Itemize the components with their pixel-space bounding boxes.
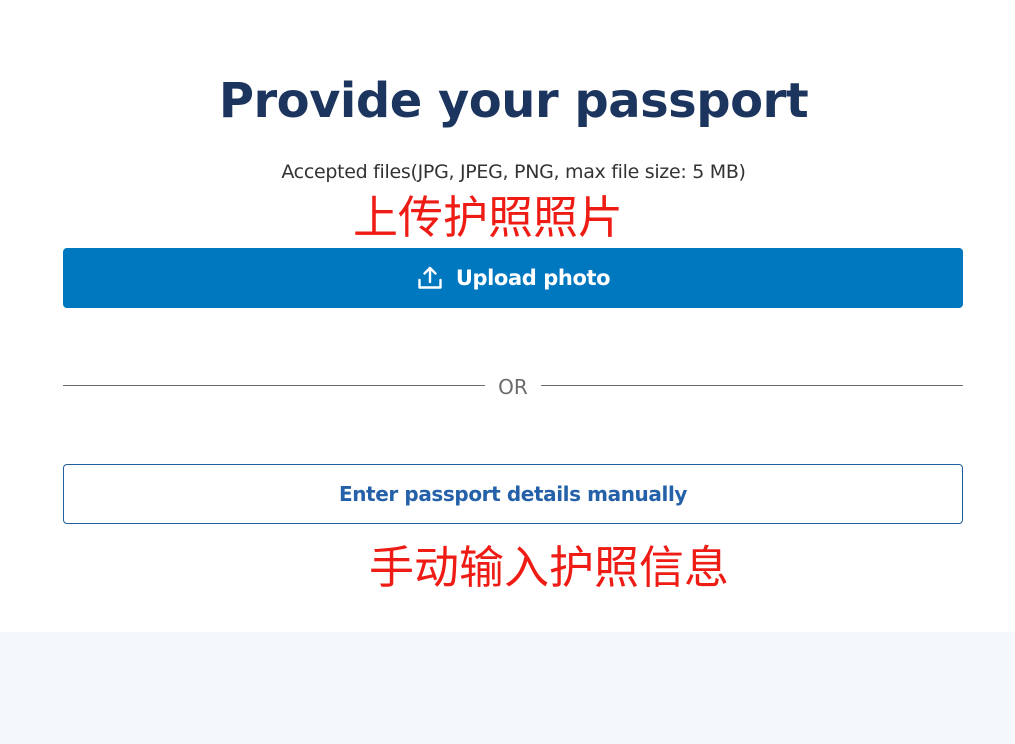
upload-annotation: 上传护照照片 (353, 191, 624, 244)
divider-text: OR (498, 375, 528, 399)
upload-icon (416, 264, 444, 292)
upload-photo-button[interactable]: Upload photo (63, 248, 963, 308)
main-content: Provide your passport Accepted files(JPG… (0, 0, 1015, 632)
enter-details-manually-button[interactable]: Enter passport details manually (63, 464, 963, 524)
footer-band (0, 632, 1015, 744)
page-title: Provide your passport (218, 73, 809, 129)
divider-line-left (63, 385, 485, 386)
accepted-files-hint: Accepted files(JPG, JPEG, PNG, max file … (281, 161, 746, 183)
or-divider: OR (63, 372, 963, 402)
enter-details-manually-label: Enter passport details manually (338, 482, 688, 506)
manual-annotation: 手动输入护照信息 (369, 541, 730, 594)
divider-line-right (541, 385, 963, 386)
upload-photo-label: Upload photo (455, 266, 611, 290)
